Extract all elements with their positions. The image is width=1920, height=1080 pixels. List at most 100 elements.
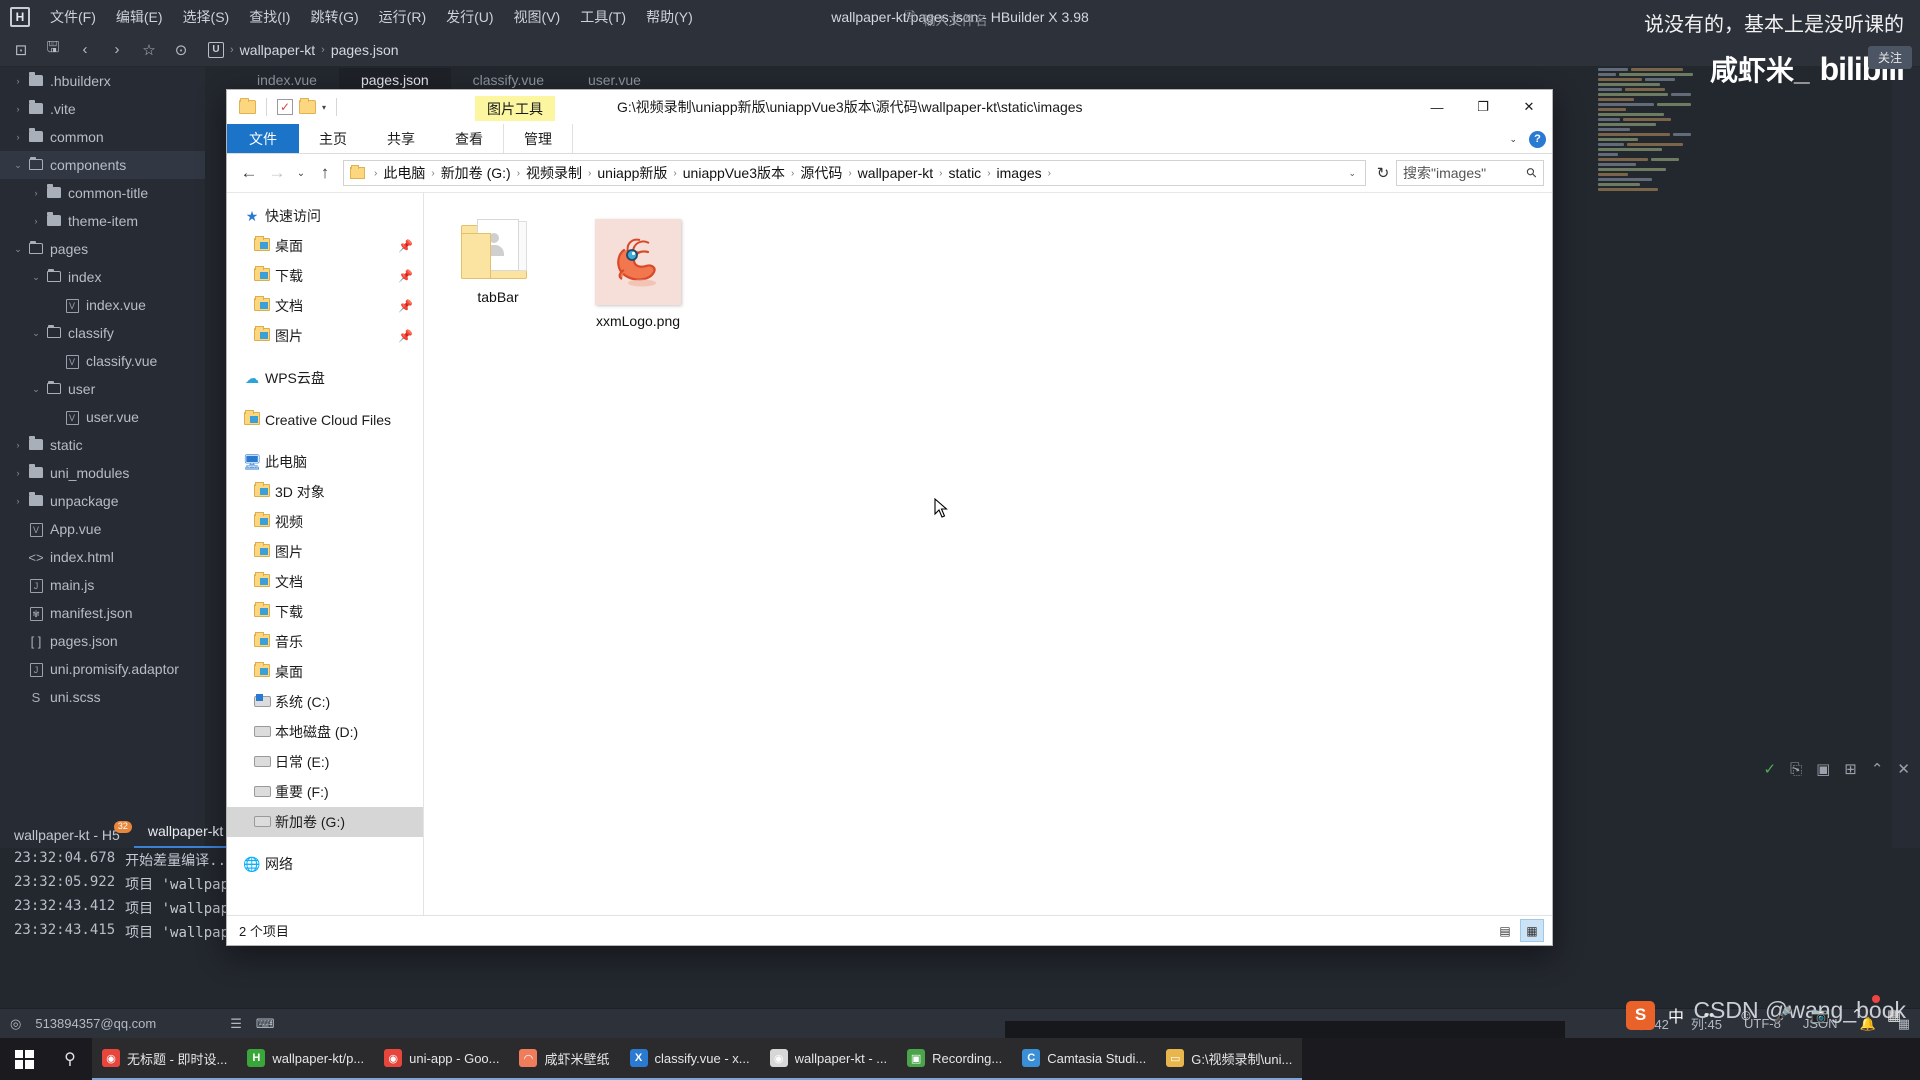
breadcrumb-segment[interactable]: 此电脑	[381, 163, 427, 183]
tree-row[interactable]: › static	[0, 431, 205, 459]
breadcrumb-chevron-icon[interactable]: ›	[1044, 168, 1055, 179]
breadcrumb-chevron-icon[interactable]: ›	[787, 168, 798, 179]
list-item[interactable]: xxmLogo.png	[578, 215, 698, 329]
breadcrumb-chevron-icon[interactable]: ›	[370, 168, 381, 179]
tree-row[interactable]: Vuser.vue	[0, 403, 205, 431]
nav-item-pinned[interactable]: 桌面 📌	[227, 231, 423, 261]
tree-twisty-icon[interactable]: ›	[28, 188, 44, 198]
tree-twisty-icon[interactable]: ⌄	[28, 272, 44, 283]
nav-item-pc-child[interactable]: 日常 (E:)	[227, 747, 423, 777]
image-tools-context-tab[interactable]: 图片工具	[475, 96, 555, 121]
nav-item-wps[interactable]: ☁ WPS云盘	[227, 363, 423, 393]
breadcrumb-chevron-icon[interactable]: ›	[427, 168, 438, 179]
tree-row[interactable]: › .hbuilderx	[0, 67, 205, 95]
breadcrumb-file[interactable]: pages.json	[331, 42, 399, 58]
nav-item-this-pc[interactable]: 🖥 此电脑	[227, 447, 423, 477]
breadcrumb-segment[interactable]: wallpaper-kt	[856, 165, 935, 181]
check-icon[interactable]: ✓	[1763, 760, 1776, 778]
menu-edit[interactable]: 编辑(E)	[106, 3, 173, 31]
minimize-button[interactable]: —	[1414, 90, 1460, 124]
nav-item-pc-child[interactable]: 系统 (C:)	[227, 687, 423, 717]
pin-icon[interactable]: 📌	[398, 239, 413, 253]
tree-row[interactable]: Jmain.js	[0, 571, 205, 599]
breadcrumb-segment[interactable]: 源代码	[798, 163, 844, 183]
breadcrumb-chevron-icon[interactable]: ›	[983, 168, 994, 179]
tree-twisty-icon[interactable]: ›	[10, 440, 26, 450]
emoji-icon[interactable]: ☺	[1734, 1003, 1758, 1027]
tree-row[interactable]: › theme-item	[0, 207, 205, 235]
star-icon[interactable]: ☆	[134, 37, 164, 63]
tree-row[interactable]: Juni.promisify.adaptor	[0, 655, 205, 683]
terminal-icon[interactable]: ⌨	[256, 1016, 275, 1032]
file-explorer-window[interactable]: ✓ ▾ 图片工具 G:\视频录制\uniapp新版\uniappVue3版本\源…	[227, 90, 1552, 945]
console-tab-h5[interactable]: wallpaper-kt - H5 32	[0, 821, 134, 848]
close-button[interactable]: ✕	[1506, 90, 1552, 124]
new-folder-icon[interactable]	[299, 98, 316, 114]
maximize-button[interactable]: ❐	[1460, 90, 1506, 124]
tree-row[interactable]: › common-title	[0, 179, 205, 207]
taskbar-app[interactable]: ◉ wallpaper-kt - ...	[759, 1038, 898, 1080]
taskbar-app[interactable]: C Camtasia Studi...	[1012, 1038, 1157, 1080]
file-list-pane[interactable]: tabBar xxmLogo.png	[424, 193, 1552, 915]
tree-twisty-icon[interactable]: ⌄	[10, 160, 26, 171]
tree-twisty-icon[interactable]: ›	[10, 132, 26, 142]
link-icon[interactable]: ⎘	[1790, 761, 1802, 778]
breadcrumb-project[interactable]: wallpaper-kt	[240, 42, 315, 58]
editor-minimap[interactable]	[1592, 68, 1892, 668]
tree-row[interactable]: ⌄ pages	[0, 235, 205, 263]
nav-item-pc-child[interactable]: 3D 对象	[227, 477, 423, 507]
tree-row[interactable]: ⌄ user	[0, 375, 205, 403]
taskbar-app[interactable]: ◠ 咸虾米壁纸	[509, 1038, 620, 1080]
save-icon[interactable]: 🖫	[38, 37, 68, 63]
sogou-ime-icon[interactable]: S	[1625, 1000, 1655, 1030]
mic-icon[interactable]: 🎤	[1771, 1003, 1795, 1027]
menu-tools[interactable]: 工具(T)	[570, 3, 636, 31]
up-button[interactable]: ↑	[311, 163, 339, 183]
pin-icon[interactable]: 📌	[398, 269, 413, 283]
grid-icon[interactable]: ▦	[1882, 1003, 1906, 1027]
menu-find[interactable]: 查找(I)	[239, 3, 300, 31]
nav-item-pc-child[interactable]: 重要 (F:)	[227, 777, 423, 807]
back-button[interactable]: ←	[235, 163, 263, 183]
pin-icon[interactable]: 📌	[398, 329, 413, 343]
taskbar-app[interactable]: Xclassify.vue - x...	[619, 1038, 760, 1080]
taskbar-app[interactable]: ▣ Recording...	[897, 1038, 1013, 1080]
ribbon-tab-view[interactable]: 查看	[435, 124, 503, 153]
tree-twisty-icon[interactable]: ⌄	[28, 328, 44, 339]
ribbon-tab-home[interactable]: 主页	[299, 124, 367, 153]
nav-item-pc-child[interactable]: 音乐	[227, 627, 423, 657]
account-email[interactable]: 513894357@qq.com	[35, 1016, 156, 1031]
nav-item-pc-child[interactable]: 图片	[227, 537, 423, 567]
chevron-up-icon[interactable]: ⌃	[1845, 1003, 1869, 1027]
forward-button[interactable]: →	[263, 163, 291, 183]
breadcrumb-segment[interactable]: uniappVue3版本	[681, 163, 787, 183]
tree-row[interactable]: › uni_modules	[0, 459, 205, 487]
breadcrumb-segment[interactable]: uniapp新版	[595, 163, 669, 183]
forward-icon[interactable]: ›	[102, 37, 132, 63]
tree-twisty-icon[interactable]: ›	[10, 468, 26, 478]
nav-item-pc-child[interactable]: 本地磁盘 (D:)	[227, 717, 423, 747]
breadcrumb-segment[interactable]: images	[995, 165, 1044, 181]
refresh-button[interactable]: ↻	[1370, 164, 1396, 182]
tree-row[interactable]: Suni.scss	[0, 683, 205, 711]
nav-item-pc-child[interactable]: 视频	[227, 507, 423, 537]
windows-start-icon[interactable]	[0, 1038, 48, 1080]
taskbar-search-icon[interactable]: ⚲	[48, 1038, 92, 1080]
panel-icon[interactable]: ▣	[1816, 760, 1830, 778]
tree-row[interactable]: ⌄ index	[0, 263, 205, 291]
tree-twisty-icon[interactable]: ›	[10, 76, 26, 86]
tree-twisty-icon[interactable]: ⌄	[28, 384, 44, 395]
address-dropdown-icon[interactable]: ⌄	[1343, 168, 1361, 179]
tree-twisty-icon[interactable]: ⌄	[10, 244, 26, 255]
recent-locations-button[interactable]: ⌄	[291, 168, 311, 179]
breadcrumb-bar[interactable]: › 此电脑 › 新加卷 (G:) › 视频录制 › uniapp新版 › uniappVue3版本…	[343, 160, 1366, 186]
breadcrumb-chevron-icon[interactable]: ›	[669, 168, 680, 179]
properties-icon[interactable]: ✓	[277, 99, 293, 115]
nav-item-pc-child[interactable]: 下载	[227, 597, 423, 627]
tree-row[interactable]: Vindex.vue	[0, 291, 205, 319]
taskbar-app[interactable]: Hwallpaper-kt/p...	[237, 1038, 375, 1080]
filename-field[interactable]: 🗎 输入文件名	[905, 8, 987, 30]
tree-twisty-icon[interactable]: ›	[10, 496, 26, 506]
breadcrumb-segment[interactable]: 新加卷 (G:)	[439, 163, 513, 183]
menu-select[interactable]: 选择(S)	[173, 3, 240, 31]
